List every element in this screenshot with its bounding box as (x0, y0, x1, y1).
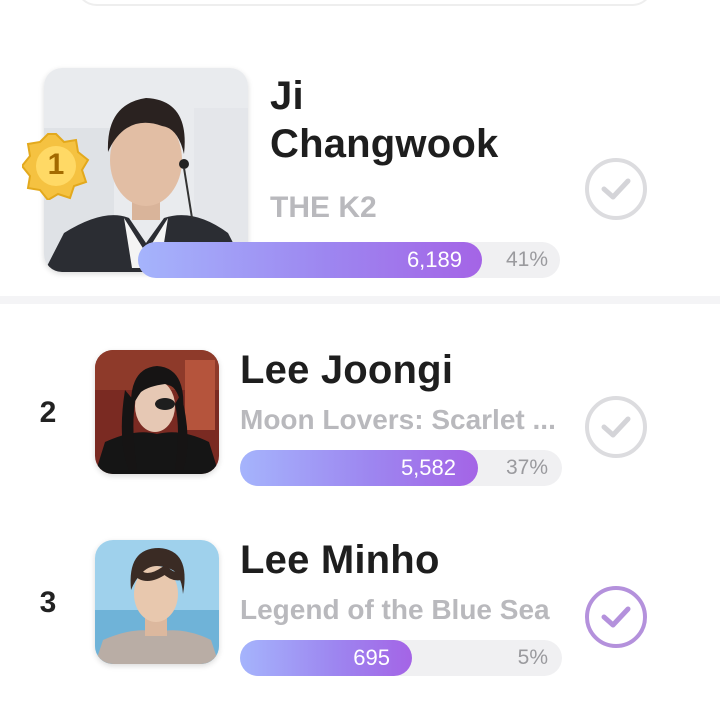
section-divider (0, 296, 720, 304)
ranking-row-1[interactable]: 1 Ji Changwook THE K2 6,189 41% (0, 62, 720, 292)
vote-count: 5,582 (400, 455, 456, 480)
actor-name: Ji Changwook (270, 72, 498, 168)
drama-title: THE K2 (270, 191, 377, 224)
actor-name-line-2: Changwook (270, 122, 499, 166)
ranking-page: 1 Ji Changwook THE K2 6,189 41% 2 Lee Jo… (0, 0, 720, 720)
actor-name-line-1: Ji (270, 74, 304, 118)
vote-button[interactable] (585, 396, 647, 458)
ranking-row-2[interactable]: 2 Lee Joongi Moon Lovers: Scarlet ... 5,… (0, 340, 720, 490)
actor-photo-icon (95, 350, 219, 474)
search-bar[interactable] (75, 0, 654, 6)
rank-1-medal-icon: 1 (20, 132, 90, 202)
rank-number: 1 (47, 148, 65, 181)
checkmark-icon (601, 605, 631, 629)
vote-count: 6,189 (406, 247, 462, 272)
vote-bar: 695 5% (240, 640, 562, 676)
vote-count: 695 (353, 645, 390, 670)
checkmark-icon (601, 177, 631, 201)
vote-percent: 5% (517, 646, 548, 669)
drama-title: Legend of the Blue Sea (240, 594, 550, 625)
actor-name: Lee Minho (240, 538, 440, 582)
vote-button-selected[interactable] (585, 586, 647, 648)
vote-percent: 37% (505, 456, 548, 479)
rank-number: 3 (39, 586, 57, 619)
ranking-row-3[interactable]: 3 Lee Minho Legend of the Blue Sea 695 5… (0, 530, 720, 680)
actor-photo-icon (95, 540, 219, 664)
actor-name: Lee Joongi (240, 348, 454, 392)
avatar[interactable] (95, 540, 219, 664)
vote-button[interactable] (585, 158, 647, 220)
vote-bar: 5,582 37% (240, 450, 562, 486)
rank-number: 2 (39, 396, 57, 429)
drama-title: Moon Lovers: Scarlet ... (240, 404, 556, 435)
checkmark-icon (601, 415, 631, 439)
avatar[interactable] (95, 350, 219, 474)
vote-bar: 6,189 41% (138, 242, 560, 278)
vote-percent: 41% (505, 248, 548, 271)
